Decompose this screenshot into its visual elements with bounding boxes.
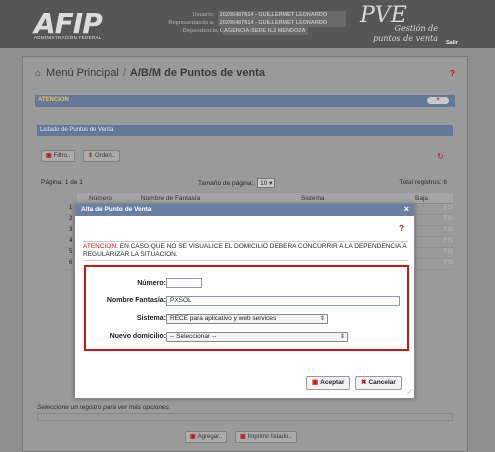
numero-label: Número: [137,280,166,287]
detail-area [37,413,453,421]
total-records: Total registros: 6 [399,179,447,186]
accept-label: Aceptar [320,379,345,386]
row-flag: FIS [443,227,453,233]
row-flag: FIS [443,216,453,222]
page-size-select[interactable]: 10 ▾ [257,178,276,188]
print-icon: ▣ [240,434,246,440]
domicilio-select[interactable]: -- Seleccionar -- ⇕ [166,332,348,342]
expand-button[interactable]: + [427,97,449,104]
column-header[interactable]: Baja [415,193,428,204]
page-size-value: 10 [260,180,268,187]
page-size: Tamaño de página: 10 ▾ [198,178,276,188]
afip-logo: AFIP ADMINISTRACION FEDERAL [32,7,136,41]
atencion-label: ATENCION [38,97,69,103]
accept-button[interactable]: ▣ Aceptar [306,376,351,390]
warning-text: EN CASO QUE NO SE VISUALICE EL DOMICILIO… [83,243,407,258]
cancel-icon: ✖ [361,379,367,386]
row-number: 3 [69,227,73,233]
help-icon[interactable]: ? [450,69,455,78]
warning-label: ATENCION: [83,243,118,250]
atencion-bar[interactable]: ATENCION + [35,95,455,107]
order-label: Orden.. [95,153,116,159]
add-point-dialog: Alta de Punto de Venta × ? ATENCION: EN … [74,203,415,399]
filter-label: Filtro.. [53,153,71,159]
breadcrumb-home[interactable]: Menú Principal [46,67,119,79]
resize-handle-icon[interactable]: ⟋ [407,389,412,397]
row-number: 6 [69,260,73,266]
row-number: 1 [69,205,73,211]
add-button[interactable]: ▣ Agregar.. [185,431,228,443]
top-header: AFIP ADMINISTRACION FEDERAL Usuario: 202… [0,0,495,48]
row-number: 5 [69,249,73,255]
sistema-select[interactable]: RECE para aplicativo y web services ⇕ [166,314,328,324]
app-subtitle: Gestión de puntos de venta [358,24,438,44]
fantasia-field[interactable]: PXSOL [166,296,400,306]
page-indicator: Página: 1 de 1 [41,179,83,186]
list-title: Listado de Puntos de Venta [37,125,453,136]
dialog-help-icon[interactable]: ? [399,224,404,233]
app-subtitle-line-2: puntos de venta [373,34,438,43]
row-number: 2 [69,216,73,222]
order-icon: ⇕ [88,153,94,159]
domicilio-value: -- Seleccionar -- [170,333,217,340]
user-info-row: Dependencia: AGENCIA-SEDE N.2 MENDOZA [150,27,346,35]
dependency-value: AGENCIA-SEDE N.2 MENDOZA [222,27,308,35]
dependency-label: Dependencia: [182,28,219,34]
app-subtitle-line-1: Gestión de [394,24,438,33]
user-label: Usuario: [192,12,215,18]
select-arrow-icon: ⇕ [339,334,345,340]
dialog-titlebar[interactable]: Alta de Punto de Venta × [75,204,414,216]
close-icon[interactable]: × [404,204,409,214]
row-flag: FIS [443,238,453,244]
domicilio-label: Nuevo domicilio: [109,333,166,340]
logout-link[interactable]: Salir [446,40,458,46]
refresh-icon[interactable]: ↻ [437,152,444,161]
row-flag: FIS [443,249,453,255]
row-flag: FIS [443,205,453,211]
page-size-label: Tamaño de página: [198,180,254,187]
warning-message: ATENCION: EN CASO QUE NO SE VISUALICE EL… [83,241,408,261]
sistema-label: Sistema: [136,315,166,322]
select-arrow-icon: ⇕ [319,316,325,322]
fantasia-label: Nombre Fantasía: [106,297,166,304]
dialog-title: Alta de Punto de Venta [81,206,152,213]
home-icon[interactable]: ⌂ [35,68,41,79]
row-flag: FIS [443,260,453,266]
selection-hint: Seleccione un registro para ver más opci… [37,404,169,411]
row-number: 4 [69,238,73,244]
user-value: 20296487814 - GUILLERMET LEONARDO GASTON [217,11,346,26]
breadcrumb: ⌂ Menú Principal / A/B/M de Puntos de venta [35,67,265,79]
numero-field[interactable] [166,278,202,288]
represent-value: 20296487814 - GUILLERMET LEONARDO GASTON [217,19,346,34]
user-info: Usuario: 20296487814 - GUILLERMET LEONAR… [150,11,346,35]
form-highlight: Número: Nombre Fantasía: PXSOL Sistema: … [84,265,409,351]
cancel-label: Cancelar [368,379,396,386]
sistema-value: RECE para aplicativo y web services [170,315,277,322]
filter-icon: ▣ [46,153,52,159]
page-title: A/B/M de Puntos de venta [129,67,265,79]
add-icon: ▣ [190,434,196,440]
add-label: Agregar.. [197,434,223,440]
breadcrumb-separator: / [122,67,126,79]
user-info-row: Usuario: 20296487814 - GUILLERMET LEONAR… [150,11,346,26]
print-label: Imprimir listado.. [247,434,292,440]
represent-label: Representando a: [168,20,215,26]
save-icon: ▣ [312,379,319,386]
cancel-button[interactable]: ✖ Cancelar [355,376,402,390]
order-button[interactable]: ⇕ Orden.. [83,150,121,162]
user-info-row: Representando a: 20296487814 - GUILLERME… [150,19,346,34]
filter-button[interactable]: ▣ Filtro.. [41,150,76,162]
logo-subtext: ADMINISTRACION FEDERAL [34,35,102,40]
print-button[interactable]: ▣ Imprimir listado.. [235,431,297,443]
